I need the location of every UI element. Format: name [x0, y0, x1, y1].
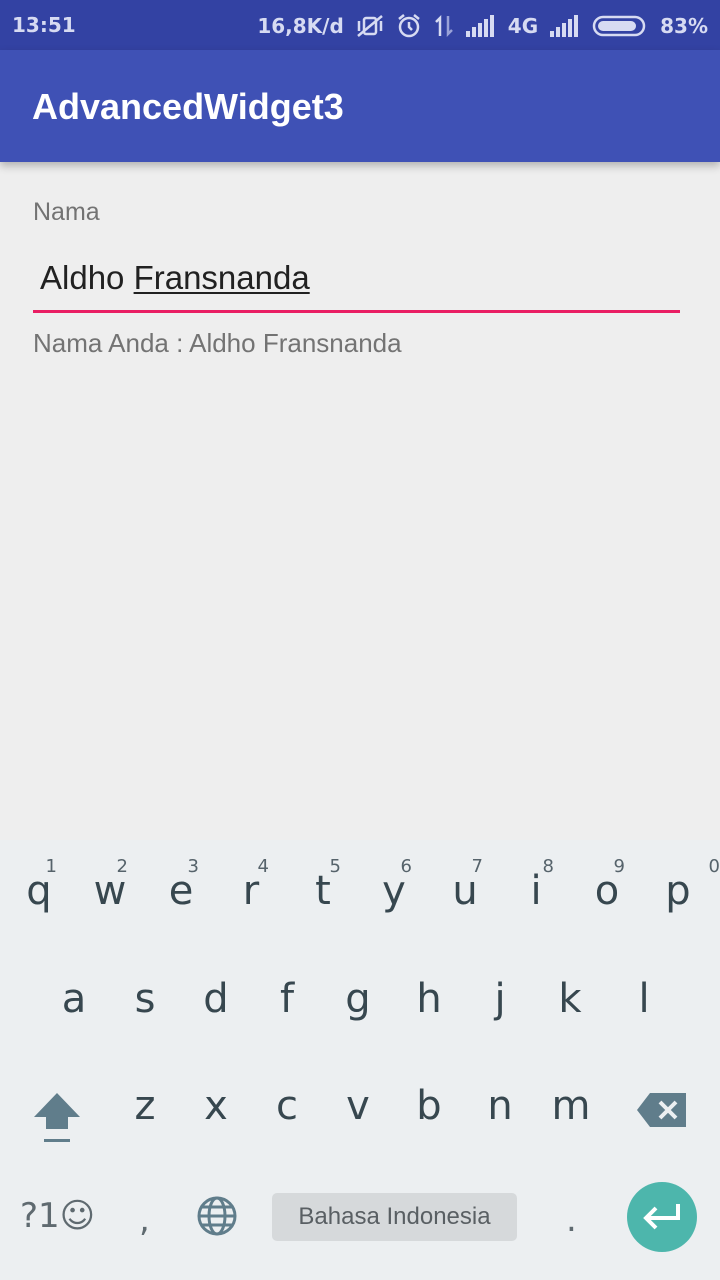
key-x[interactable]: x	[180, 1045, 252, 1151]
key-y[interactable]: 6y	[358, 840, 430, 946]
key-char: x	[204, 1083, 228, 1129]
period-key[interactable]: .	[566, 1200, 577, 1240]
key-char: a	[61, 976, 87, 1022]
app-bar: AdvancedWidget3	[0, 50, 720, 162]
data-transfer-icon	[434, 14, 454, 38]
app-title: AdvancedWidget3	[32, 86, 344, 127]
key-c[interactable]: c	[251, 1045, 323, 1151]
network-type: 4G	[507, 14, 539, 38]
key-a[interactable]: a	[38, 938, 110, 1044]
key-char: j	[494, 976, 506, 1022]
name-output: Nama Anda : Aldho Fransnanda	[33, 328, 402, 358]
key-g[interactable]: g	[322, 938, 394, 1044]
key-b[interactable]: b	[393, 1045, 465, 1151]
battery-icon	[592, 14, 648, 38]
key-char: w	[93, 868, 127, 914]
key-char: q	[26, 868, 52, 914]
key-d[interactable]: d	[180, 938, 252, 1044]
globe-icon	[196, 1196, 238, 1241]
backspace-key[interactable]	[626, 1045, 698, 1151]
name-input-value[interactable]: Aldho Fransnanda	[40, 259, 310, 297]
key-q[interactable]: 1q	[3, 840, 75, 946]
key-s[interactable]: s	[109, 938, 181, 1044]
key-n[interactable]: n	[464, 1045, 536, 1151]
key-char: c	[276, 1083, 298, 1129]
key-char: y	[382, 868, 406, 914]
key-t[interactable]: 5t	[287, 840, 359, 946]
status-time: 13:51	[12, 13, 76, 37]
key-f[interactable]: f	[251, 938, 323, 1044]
key-z[interactable]: z	[109, 1045, 181, 1151]
status-bar: 13:51 16,8K/d 4G 83%	[0, 0, 720, 50]
battery-percent: 83%	[660, 14, 708, 38]
enter-key[interactable]	[627, 1182, 697, 1252]
key-char: s	[134, 976, 156, 1022]
name-label: Nama	[33, 198, 100, 226]
key-char: l	[638, 976, 650, 1022]
key-char: k	[558, 976, 582, 1022]
key-u[interactable]: 7u	[429, 840, 501, 946]
key-m[interactable]: m	[535, 1045, 607, 1151]
key-l[interactable]: l	[608, 938, 680, 1044]
key-char: b	[416, 1083, 442, 1129]
key-char: u	[452, 868, 478, 914]
enter-icon	[642, 1202, 682, 1237]
key-char: g	[345, 976, 371, 1022]
alarm-icon	[396, 13, 422, 39]
key-h[interactable]: h	[393, 938, 465, 1044]
language-key[interactable]	[196, 1195, 238, 1242]
key-w[interactable]: 2w	[74, 840, 146, 946]
shift-key[interactable]	[20, 1045, 92, 1151]
signal-icon-2	[550, 15, 580, 37]
name-input-first: Aldho	[40, 259, 134, 296]
key-char: p	[665, 868, 691, 914]
key-v[interactable]: v	[322, 1045, 394, 1151]
shift-icon	[32, 1091, 82, 1150]
key-char: i	[530, 868, 542, 914]
key-o[interactable]: 9o	[571, 840, 643, 946]
name-input-composing: Fransnanda	[133, 259, 310, 296]
key-p[interactable]: 0p	[642, 840, 720, 946]
soft-keyboard: 1q 2w 3e 4r 5t 6y 7u 8i 9o 0p a s d f g …	[0, 840, 720, 1280]
status-icons: 16,8K/d 4G 83%	[257, 13, 708, 39]
key-i[interactable]: 8i	[500, 840, 572, 946]
comma-key[interactable]: ,	[139, 1200, 150, 1240]
signal-icon	[465, 15, 496, 37]
key-j[interactable]: j	[464, 938, 536, 1044]
key-r[interactable]: 4r	[215, 840, 287, 946]
key-e[interactable]: 3e	[145, 840, 217, 946]
symbols-key[interactable]: ?1☺	[20, 1196, 95, 1236]
key-char: f	[279, 976, 295, 1022]
space-bar[interactable]: Bahasa Indonesia	[272, 1193, 517, 1241]
data-speed: 16,8K/d	[257, 14, 344, 38]
key-char: m	[551, 1083, 591, 1129]
key-char: o	[594, 868, 620, 914]
key-char: e	[168, 868, 194, 914]
key-char: t	[315, 868, 331, 914]
key-char: z	[134, 1083, 156, 1129]
key-k[interactable]: k	[534, 938, 606, 1044]
key-char: h	[416, 976, 442, 1022]
key-char: n	[487, 1083, 513, 1129]
name-input[interactable]: Aldho Fransnanda	[33, 255, 680, 313]
key-char: r	[242, 868, 260, 914]
key-char: d	[203, 976, 229, 1022]
key-char: v	[346, 1083, 370, 1129]
backspace-icon	[636, 1091, 688, 1134]
vibrate-off-icon	[356, 14, 384, 38]
